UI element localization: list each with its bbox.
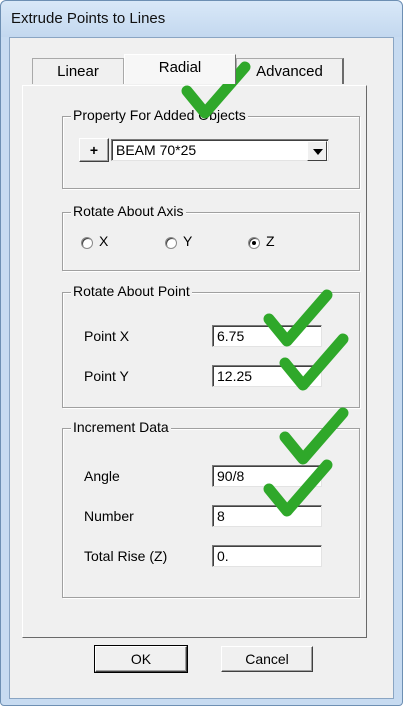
selected-dot-icon [252,241,256,245]
axis-y-label: Y [183,233,193,249]
angle-input[interactable]: 90/8 [212,465,322,487]
chevron-down-icon[interactable] [307,141,327,161]
window-title: Extrude Points to Lines [11,10,166,27]
point-x-input[interactable]: 6.75 [212,325,322,347]
number-value: 8 [217,508,225,524]
axis-z-label: Z [266,233,275,249]
total-rise-input[interactable]: 0. [212,545,322,567]
angle-label: Angle [84,468,120,484]
tab-linear-label: Linear [57,63,99,80]
property-legend: Property For Added Objects [71,107,248,123]
number-label: Number [84,508,134,524]
increment-legend: Increment Data [71,419,171,435]
cancel-button[interactable]: Cancel [221,646,313,672]
axis-x-radio[interactable] [81,237,93,249]
total-rise-value: 0. [217,548,229,564]
number-input[interactable]: 8 [212,505,322,527]
point-x-label: Point X [84,328,130,344]
add-property-button[interactable]: + [79,138,109,162]
dialog-client: Linear Radial Advanced Property For Adde… [9,37,394,699]
point-y-label: Point Y [84,368,129,384]
point-legend: Rotate About Point [71,283,192,299]
total-rise-label: Total Rise (Z) [84,548,168,564]
axis-x-label: X [99,233,109,249]
tab-linear[interactable]: Linear [32,58,124,84]
ok-button[interactable]: OK [94,645,188,673]
tab-advanced[interactable]: Advanced [236,58,344,84]
tab-advanced-label: Advanced [256,63,323,80]
property-select[interactable]: BEAM 70*25 [111,139,329,161]
point-y-value: 12.25 [217,368,253,384]
tab-radial[interactable]: Radial [124,54,236,84]
tab-radial-label: Radial [158,59,202,76]
axis-legend: Rotate About Axis [71,203,186,219]
point-x-value: 6.75 [217,328,245,344]
angle-value: 90/8 [217,468,245,484]
point-group: Rotate About Point [62,283,360,408]
axis-z-radio[interactable] [248,237,260,249]
tab-panel-radial: Property For Added Objects + BEAM 70*25 … [22,85,367,638]
property-select-value: BEAM 70*25 [116,142,197,158]
point-y-input[interactable]: 12.25 [212,365,322,387]
axis-y-radio[interactable] [165,237,177,249]
title-bar[interactable]: Extrude Points to Lines [1,1,402,37]
dialog-window: Extrude Points to Lines Linear Radial Ad… [0,0,403,706]
